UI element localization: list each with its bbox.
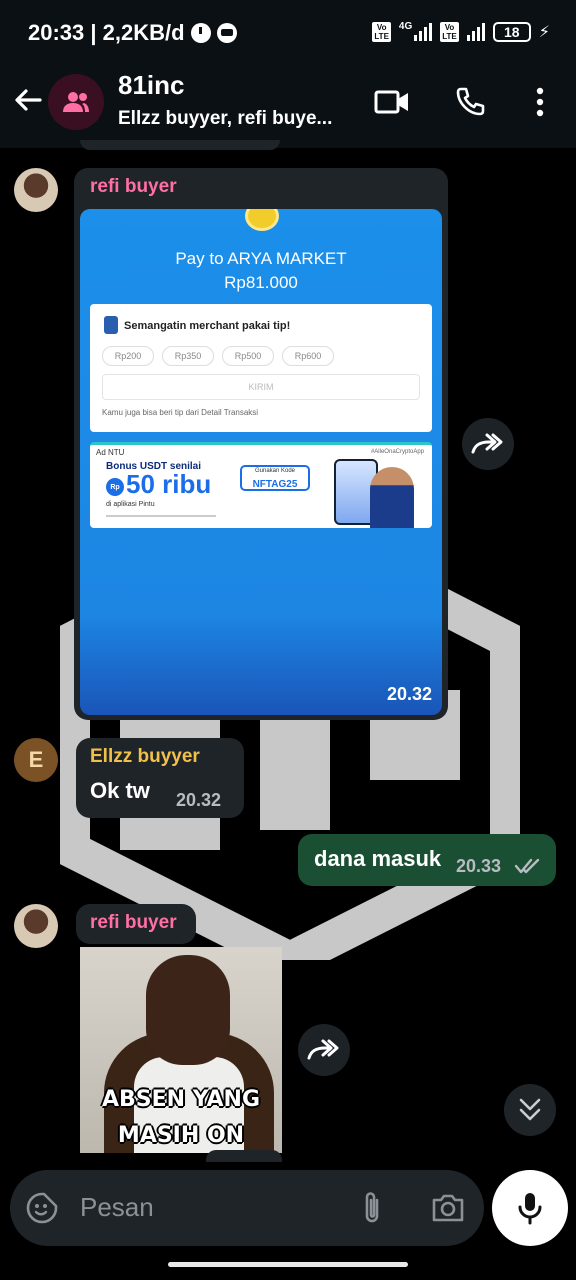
message-time: 20.33 [456, 856, 502, 876]
coin-icon [245, 209, 279, 231]
phone-icon [456, 87, 485, 116]
mic-icon [518, 1193, 542, 1225]
chat-members[interactable]: Ellzz buyyer, refi buye... [118, 108, 358, 130]
sender-name[interactable]: refi buyer [90, 176, 177, 198]
message-input[interactable]: Pesan [80, 1192, 154, 1223]
chat-header: 81inc Ellzz buyyer, refi buye... [0, 66, 576, 148]
pay-title: Pay to ARYA MARKET [175, 249, 347, 268]
tip-chip: Rp200 [102, 346, 154, 366]
charging-icon: ⚡ [538, 24, 550, 41]
image-attachment[interactable]: Pay to ARYA MARKET Rp81.000 Semangatin m… [80, 209, 442, 715]
attach-icon [365, 1192, 379, 1223]
status-bar: 20:33 | 2,2KB/d Vo LTE 4G Vo LTE 18 ⚡ [0, 0, 576, 66]
battery-icon: 18 [492, 22, 531, 42]
tip-jar-icon [104, 316, 118, 334]
signal-icon-2 [466, 23, 485, 41]
video-call-button[interactable] [370, 80, 414, 124]
scroll-to-bottom-button[interactable] [504, 1084, 556, 1136]
notification-icon [216, 23, 237, 43]
ad-subtitle: di aplikasi Pintu [106, 501, 155, 508]
meme-caption-1: ABSEN YANG [101, 1087, 261, 1112]
video-call-icon [374, 90, 408, 114]
status-right: Vo LTE 4G Vo LTE 18 ⚡ [372, 20, 550, 42]
more-options-button[interactable] [518, 80, 562, 124]
ad-tag: #AlleOnaCryptoApp [370, 449, 424, 455]
avatar[interactable]: E [14, 738, 58, 782]
alarm-icon [190, 23, 211, 43]
avatar[interactable] [14, 904, 58, 948]
home-indicator[interactable] [168, 1262, 408, 1267]
forward-button[interactable] [462, 418, 514, 470]
voice-message-button[interactable] [492, 1170, 568, 1246]
tip-note: Kamu juga bisa beri tip dari Detail Tran… [102, 408, 259, 417]
avatar[interactable] [14, 168, 58, 212]
more-vert-icon [536, 87, 544, 117]
sender-name[interactable]: refi buyer [90, 912, 177, 934]
chat-title[interactable]: 81inc [118, 70, 185, 101]
tip-chip: Rp500 [222, 346, 274, 366]
status-time-speed: 20:33 | 2,2KB/d [28, 20, 185, 45]
pay-amount: Rp81.000 [224, 273, 298, 292]
meme-caption-2: MASIH ON [117, 1123, 245, 1148]
forward-icon [307, 1039, 339, 1060]
camera-button[interactable] [428, 1188, 468, 1228]
sticker-icon [26, 1192, 58, 1224]
message-text: Ok tw [90, 778, 150, 803]
ad-brand: Ad NTU [96, 448, 125, 457]
attach-button[interactable] [352, 1188, 392, 1228]
ad-footnote [106, 515, 216, 517]
voice-call-button[interactable] [448, 80, 492, 124]
image-attachment[interactable]: ABSEN YANG MASIH ON [80, 947, 282, 1153]
network-type: 4G [398, 20, 413, 32]
message-bubble[interactable]: Ellzz buyyer Ok tw 20.32 [76, 738, 244, 818]
message-time: 20.32 [176, 790, 222, 810]
meme-head [146, 955, 230, 1065]
group-avatar[interactable] [48, 74, 104, 130]
forward-icon [471, 433, 503, 454]
double-check-icon [514, 858, 540, 874]
ad-code-label: Gunakan Kode [254, 468, 296, 474]
tip-chip: Rp350 [162, 346, 214, 366]
double-chevron-down-icon [519, 1098, 541, 1121]
sender-name[interactable]: Ellzz buyyer [90, 746, 200, 768]
volte-badge: Vo LTE [372, 22, 391, 42]
message-text: dana masuk [314, 846, 442, 871]
tip-chip: Rp600 [282, 346, 334, 366]
status-left: 20:33 | 2,2KB/d [28, 20, 237, 46]
sticker-button[interactable] [22, 1188, 62, 1228]
message-input-bar: Pesan [10, 1170, 484, 1246]
ad-code: NFTAG25 [252, 479, 298, 490]
arrow-left-icon[interactable] [12, 84, 44, 116]
tip-card: Semangatin merchant pakai tip! Rp200 Rp3… [90, 304, 432, 432]
ad-person-image [370, 467, 414, 528]
signal-icon [414, 23, 433, 41]
ad-amount: 50 ribu [126, 469, 212, 499]
ad-rp: Rp [106, 478, 124, 496]
ad-banner: Ad NTU #AlleOnaCryptoApp Bonus USDT seni… [90, 442, 432, 528]
volte-badge-2: Vo LTE [440, 22, 459, 42]
message-time: 20.32 [386, 684, 432, 704]
prev-bubble-edge [80, 140, 280, 150]
forward-button[interactable] [298, 1024, 350, 1076]
next-bubble-edge [206, 1150, 282, 1162]
send-tip-button: KIRIM [102, 374, 420, 400]
outgoing-message-bubble[interactable]: dana masuk 20.33 [298, 834, 556, 886]
tip-heading: Semangatin merchant pakai tip! [124, 320, 291, 332]
message-bubble[interactable]: refi buyer [76, 904, 196, 944]
ad-code-box: Gunakan Kode NFTAG25 [240, 465, 310, 491]
camera-icon [432, 1194, 464, 1222]
group-icon [63, 92, 89, 112]
